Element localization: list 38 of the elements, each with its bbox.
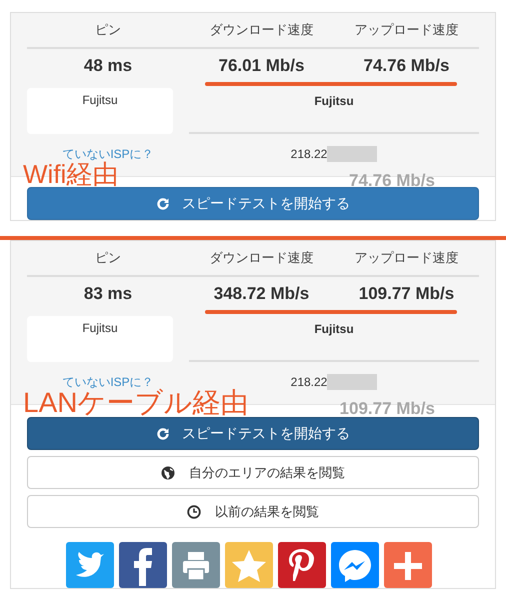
isp-name: Fujitsu xyxy=(189,88,479,134)
redaction-block xyxy=(327,146,378,162)
plus-icon[interactable] xyxy=(384,542,432,588)
upload-speed: 74.76 Mb/s xyxy=(362,56,450,76)
area-results-button[interactable]: 自分のエリアの結果を閲覧 xyxy=(27,456,479,489)
column-header: ピン xyxy=(94,249,122,267)
start-test-button[interactable]: スピードテストを開始する xyxy=(27,187,479,220)
pinterest-icon[interactable] xyxy=(278,542,326,588)
isp-card: Fujitsu xyxy=(27,88,173,134)
refresh-icon xyxy=(156,196,170,210)
ping-value: 48 ms xyxy=(82,56,134,76)
column-header: アップロード速度 xyxy=(354,21,460,39)
column-header: アップロード速度 xyxy=(354,249,460,267)
isp-name: Fujitsu xyxy=(189,316,479,362)
faded-reading: 109.77 Mb/s xyxy=(340,399,435,419)
ping-value: 83 ms xyxy=(82,284,134,304)
annotation-label: LANケーブル経由 xyxy=(23,389,248,417)
printer-icon[interactable] xyxy=(172,542,220,588)
column-header: ダウンロード速度 xyxy=(208,21,314,39)
redaction-block xyxy=(327,374,378,390)
isp-card: Fujitsu xyxy=(27,316,173,362)
ip-address: 218.22 xyxy=(290,147,328,161)
download-speed: 348.72 Mb/s xyxy=(212,284,310,304)
refresh-icon xyxy=(156,426,170,440)
start-test-button[interactable]: スピードテストを開始する xyxy=(27,417,479,450)
ip-address: 218.22 xyxy=(290,375,328,389)
column-header: ピン xyxy=(94,21,122,39)
download-speed: 76.01 Mb/s xyxy=(218,56,306,76)
clock-icon xyxy=(187,504,201,518)
messenger-icon[interactable] xyxy=(331,542,379,588)
globe-icon xyxy=(161,466,175,480)
past-results-button[interactable]: 以前の結果を閲覧 xyxy=(27,495,479,528)
annotation-label: Wifi経由 xyxy=(23,161,118,187)
facebook-icon[interactable] xyxy=(119,542,167,588)
upload-speed: 109.77 Mb/s xyxy=(358,284,456,304)
isp-link[interactable]: ていないISPに？ xyxy=(27,142,189,162)
column-header: ダウンロード速度 xyxy=(208,249,314,267)
twitter-bird-icon[interactable] xyxy=(66,542,114,588)
